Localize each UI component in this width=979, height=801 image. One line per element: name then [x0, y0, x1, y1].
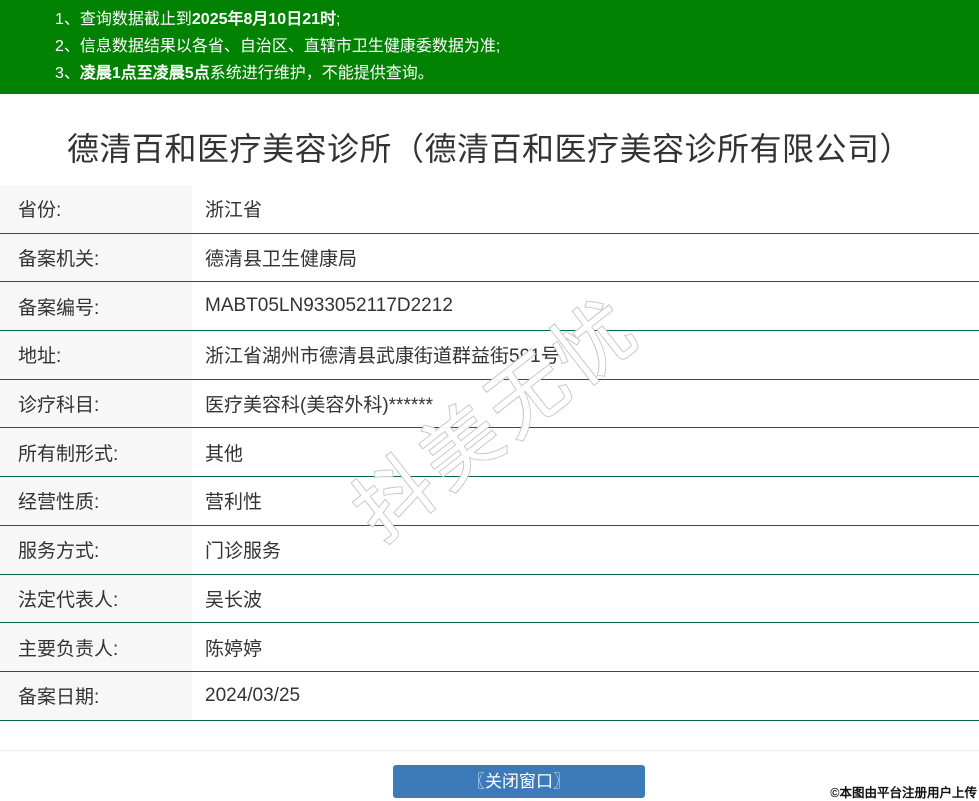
notice-banner: 1、查询数据截止到2025年8月10日21时; 2、信息数据结果以各省、自治区、…: [0, 0, 979, 94]
table-row-principal: 主要负责人: 陈婷婷: [0, 623, 979, 672]
row-value: 营利性: [192, 477, 979, 525]
table-row-address: 地址: 浙江省湖州市德清县武康街道群益街591号: [0, 331, 979, 380]
table-row-service-mode: 服务方式: 门诊服务: [0, 526, 979, 575]
notice-3-tail: 系统进行维护，不能提供查询。: [210, 65, 434, 82]
row-label: 诊疗科目:: [0, 380, 192, 428]
table-row-province: 省份: 浙江省: [0, 185, 979, 234]
notice-2-text: 2、信息数据结果以各省、自治区、直辖市卫生健康委数据为准;: [55, 38, 500, 55]
notice-line-3: 3、凌晨1点至凌晨5点系统进行维护，不能提供查询。: [55, 60, 959, 87]
table-row-departments: 诊疗科目: 医疗美容科(美容外科)******: [0, 380, 979, 429]
notice-1-text: 1、查询数据截止到: [55, 11, 192, 28]
upload-credit-note: ©本图由平台注册用户上传: [830, 782, 977, 801]
row-value: 医疗美容科(美容外科)******: [192, 380, 979, 428]
row-value: 德清县卫生健康局: [192, 234, 979, 282]
row-value: 浙江省: [192, 185, 979, 233]
table-row-business-nature: 经营性质: 营利性: [0, 477, 979, 526]
row-label: 备案日期:: [0, 672, 192, 720]
row-label: 主要负责人:: [0, 623, 192, 671]
row-label: 备案编号:: [0, 282, 192, 330]
table-row-authority: 备案机关: 德清县卫生健康局: [0, 234, 979, 283]
row-value: 浙江省湖州市德清县武康街道群益街591号: [192, 331, 979, 379]
notice-1-bold: 2025年8月10日21时: [192, 11, 336, 28]
table-row-record-date: 备案日期: 2024/03/25: [0, 672, 979, 721]
page-title: 德清百和医疗美容诊所（德清百和医疗美容诊所有限公司）: [0, 128, 979, 170]
notice-line-2: 2、信息数据结果以各省、自治区、直辖市卫生健康委数据为准;: [55, 33, 959, 60]
footer-divider: [0, 750, 979, 751]
row-value: 门诊服务: [192, 526, 979, 574]
row-value: 其他: [192, 428, 979, 476]
notice-3-text: 3、: [55, 65, 80, 82]
notice-line-1: 1、查询数据截止到2025年8月10日21时;: [55, 6, 959, 33]
row-value: 吴长波: [192, 575, 979, 623]
notice-1-tail: ;: [336, 11, 340, 28]
row-value: 2024/03/25: [192, 672, 979, 720]
table-row-record-number: 备案编号: MABT05LN933052117D2212: [0, 282, 979, 331]
row-value: 陈婷婷: [192, 623, 979, 671]
table-row-legal-rep: 法定代表人: 吴长波: [0, 575, 979, 624]
row-label: 经营性质:: [0, 477, 192, 525]
row-label: 法定代表人:: [0, 575, 192, 623]
row-label: 备案机关:: [0, 234, 192, 282]
table-row-ownership: 所有制形式: 其他: [0, 428, 979, 477]
record-table: 省份: 浙江省 备案机关: 德清县卫生健康局 备案编号: MABT05LN933…: [0, 185, 979, 721]
row-label: 地址:: [0, 331, 192, 379]
notice-3-bold: 凌晨1点至凌晨5点: [80, 65, 210, 82]
row-label: 省份:: [0, 185, 192, 233]
row-label: 服务方式:: [0, 526, 192, 574]
close-window-button[interactable]: 〖关闭窗口〗: [393, 765, 645, 798]
row-label: 所有制形式:: [0, 428, 192, 476]
page: 1、查询数据截止到2025年8月10日21时; 2、信息数据结果以各省、自治区、…: [0, 0, 979, 801]
row-value: MABT05LN933052117D2212: [192, 282, 979, 330]
